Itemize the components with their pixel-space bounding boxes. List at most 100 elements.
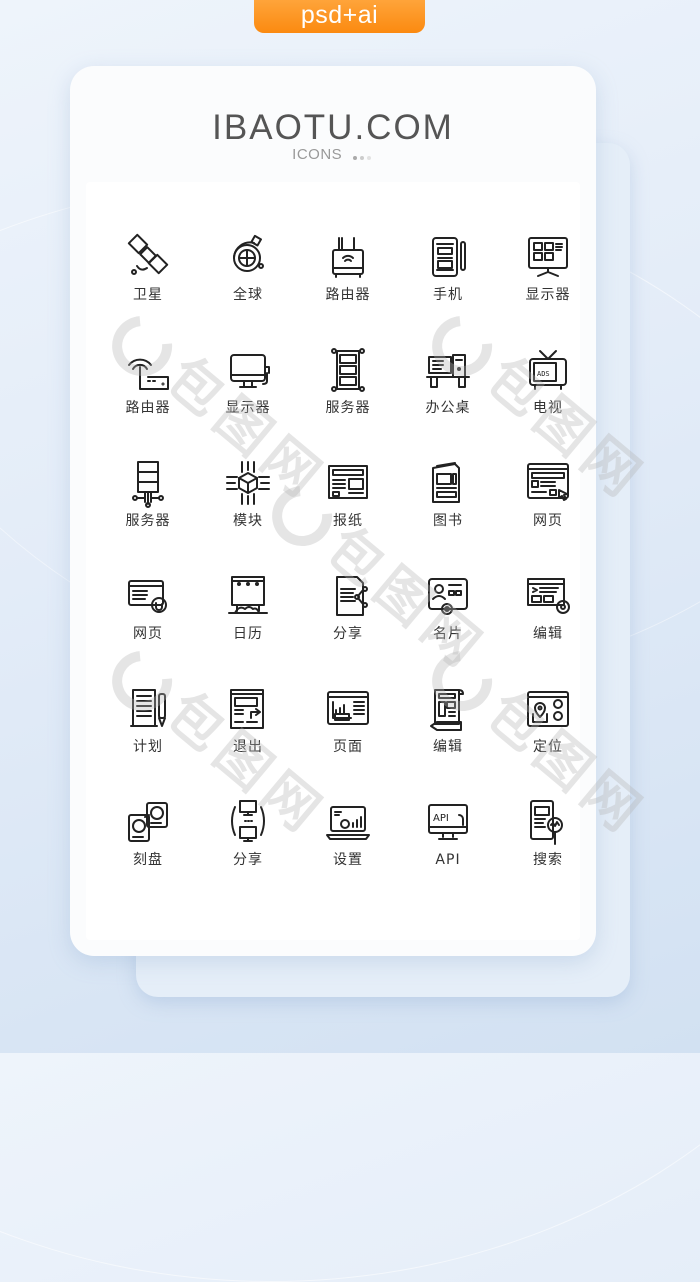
icon-item[interactable]: 编辑	[498, 571, 598, 684]
icon-item[interactable]: 刻盘	[98, 797, 198, 910]
icon-item[interactable]: 服务器	[98, 458, 198, 571]
svg-text:ADS: ADS	[537, 370, 550, 378]
laptop-settings-icon	[298, 797, 398, 847]
dot	[366, 155, 371, 160]
api-monitor-icon: API	[398, 797, 498, 847]
subtitle: ICONS	[70, 146, 596, 164]
icon-label: 全球	[233, 287, 263, 303]
icon-label: 手机	[433, 287, 463, 303]
icon-card: IBAOTU.COM ICONS 卫星 全球 路由器 手机 显示器 路由器 显示器 服务器 办公…	[70, 66, 596, 956]
wifi-router-icon	[98, 345, 198, 395]
dot	[359, 155, 364, 160]
monitor-sync-icon	[198, 797, 298, 847]
icon-item[interactable]: 全球	[198, 232, 298, 345]
tablet-phone-icon	[398, 232, 498, 282]
icon-item[interactable]: 编辑	[398, 684, 498, 797]
icon-label: 图书	[433, 513, 463, 529]
icon-label: 显示器	[525, 287, 571, 303]
icon-item[interactable]: 卫星	[98, 232, 198, 345]
icon-item[interactable]: API API	[398, 797, 498, 910]
icon-label: 分享	[233, 852, 263, 868]
webpage-cursor-icon	[498, 458, 598, 508]
icon-label: 服务器	[325, 400, 371, 416]
icon-item[interactable]: 服务器	[298, 345, 398, 458]
module-chip-icon	[198, 458, 298, 508]
disc-burn-icon	[98, 797, 198, 847]
icon-item[interactable]: 定位	[498, 684, 598, 797]
icon-label: API	[435, 852, 461, 868]
icon-item[interactable]: 网页	[98, 571, 198, 684]
icon-label: 编辑	[433, 739, 463, 755]
icon-label: 卫星	[133, 287, 163, 303]
dot	[352, 155, 357, 160]
icon-label: 报纸	[333, 513, 363, 529]
icon-item[interactable]: ADS 电视	[498, 345, 598, 458]
icon-item[interactable]: 手机	[398, 232, 498, 345]
webpage-refresh-icon	[98, 571, 198, 621]
icon-label: 编辑	[533, 626, 563, 642]
icon-item[interactable]: 路由器	[298, 232, 398, 345]
server-network-icon	[98, 458, 198, 508]
dashboard-monitor-icon	[498, 232, 598, 282]
icon-label: 日历	[233, 626, 263, 642]
icon-label: 刻盘	[133, 852, 163, 868]
blueprint-pencil-icon	[398, 684, 498, 734]
book-icon	[398, 458, 498, 508]
icon-label: 网页	[533, 513, 563, 529]
icon-label: 路由器	[325, 287, 371, 303]
icon-label: 显示器	[225, 400, 271, 416]
satellite-icon	[98, 232, 198, 282]
page-chart-icon	[298, 684, 398, 734]
server-rack-icon	[298, 345, 398, 395]
icon-item[interactable]: 退出	[198, 684, 298, 797]
icon-item[interactable]: 模块	[198, 458, 298, 571]
brand-title: IBAOTU.COM	[212, 108, 454, 147]
icon-item[interactable]: 显示器	[498, 232, 598, 345]
icon-item[interactable]: 日历	[198, 571, 298, 684]
svg-text:API: API	[433, 813, 449, 824]
icon-label: 服务器	[125, 513, 171, 529]
icon-item[interactable]: 名片	[398, 571, 498, 684]
icon-label: 模块	[233, 513, 263, 529]
icon-label: 设置	[333, 852, 363, 868]
globe-icon	[198, 232, 298, 282]
icon-label: 路由器	[125, 400, 171, 416]
icon-item[interactable]: 设置	[298, 797, 398, 910]
icon-item[interactable]: 图书	[398, 458, 498, 571]
icon-item[interactable]: 计划	[98, 684, 198, 797]
icon-item[interactable]: 路由器	[98, 345, 198, 458]
icon-label: 退出	[233, 739, 263, 755]
format-badge: psd+ai	[254, 0, 425, 33]
location-window-icon	[498, 684, 598, 734]
icon-label: 网页	[133, 626, 163, 642]
billboard-calendar-icon	[198, 571, 298, 621]
tv-ads-icon: ADS	[498, 345, 598, 395]
subtitle-text: ICONS	[292, 146, 343, 163]
icon-label: 电视	[533, 400, 563, 416]
icon-grid: 卫星 全球 路由器 手机 显示器 路由器 显示器 服务器 办公桌 ADS 电视 服务器 模块 报纸 图书 网页…	[98, 232, 598, 910]
monitor-icon	[198, 345, 298, 395]
code-editor-icon	[498, 571, 598, 621]
business-card-icon	[398, 571, 498, 621]
office-desk-icon	[398, 345, 498, 395]
icon-label: 分享	[333, 626, 363, 642]
icon-label: 计划	[133, 739, 163, 755]
search-document-icon	[498, 797, 598, 847]
icon-label: 搜索	[533, 852, 563, 868]
icon-label: 名片	[433, 626, 463, 642]
icon-item[interactable]: 页面	[298, 684, 398, 797]
icon-item[interactable]: 报纸	[298, 458, 398, 571]
icon-label: 办公桌	[425, 400, 471, 416]
icon-item[interactable]: 显示器	[198, 345, 298, 458]
icon-label: 定位	[533, 739, 563, 755]
document-share-icon	[298, 571, 398, 621]
icon-item[interactable]: 搜索	[498, 797, 598, 910]
icon-item[interactable]: 办公桌	[398, 345, 498, 458]
router-icon	[298, 232, 398, 282]
icon-item[interactable]: 分享	[198, 797, 298, 910]
icon-item[interactable]: 网页	[498, 458, 598, 571]
document-exit-icon	[198, 684, 298, 734]
dots-decoration	[352, 147, 374, 164]
plan-checklist-icon	[98, 684, 198, 734]
icon-item[interactable]: 分享	[298, 571, 398, 684]
